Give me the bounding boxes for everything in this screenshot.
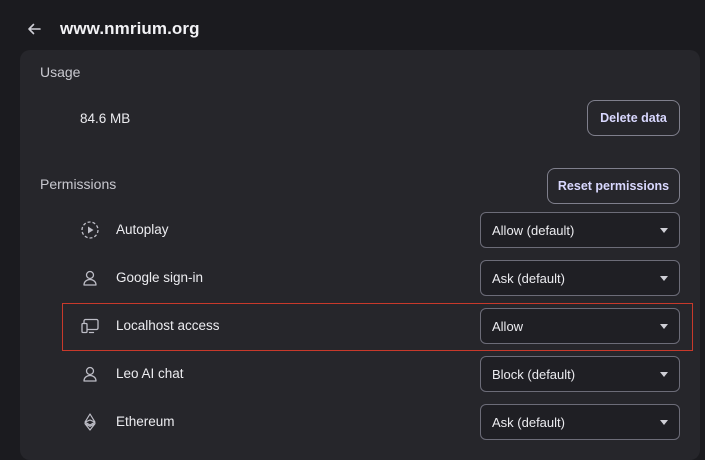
delete-data-button[interactable]: Delete data <box>587 100 680 136</box>
chevron-down-icon <box>660 228 668 233</box>
leo-ai-chat-select[interactable]: Block (default) <box>480 356 680 392</box>
back-button[interactable] <box>22 17 46 41</box>
reset-permissions-button[interactable]: Reset permissions <box>547 168 680 204</box>
chevron-down-icon <box>660 276 668 281</box>
permission-label-google-sign-in: Google sign-in <box>116 270 204 285</box>
permission-label-leo-ai-chat: Leo AI chat <box>116 366 184 381</box>
chevron-down-icon <box>660 324 668 329</box>
chevron-down-icon <box>660 420 668 425</box>
ethereum-icon <box>80 412 100 432</box>
usage-section-title: Usage <box>40 64 81 80</box>
leo-ai-chat-select-value: Block (default) <box>492 366 576 382</box>
permission-row-leo-ai-chat: Leo AI chat Block (default) <box>60 350 680 398</box>
google-sign-in-select-value: Ask (default) <box>492 270 565 286</box>
permission-row-google-sign-in: Google sign-in Ask (default) <box>60 254 680 302</box>
back-arrow-icon <box>28 23 41 35</box>
ethereum-select-value: Ask (default) <box>492 414 565 430</box>
site-settings-card: Usage 84.6 MB Delete data Permissions Re… <box>20 50 700 460</box>
permission-label-ethereum: Ethereum <box>116 414 175 429</box>
permissions-section-title: Permissions <box>40 176 117 192</box>
usage-value: 84.6 MB <box>80 111 131 126</box>
permission-row-ethereum: Ethereum Ask (default) <box>60 398 680 446</box>
person-icon <box>80 364 100 384</box>
google-sign-in-select[interactable]: Ask (default) <box>480 260 680 296</box>
permission-label-localhost-access: Localhost access <box>116 318 220 333</box>
person-icon <box>80 268 100 288</box>
localhost-access-select-value: Allow <box>492 318 524 334</box>
page-title: www.nmrium.org <box>60 19 200 38</box>
autoplay-icon <box>80 220 100 240</box>
autoplay-select[interactable]: Allow (default) <box>480 212 680 248</box>
localhost-icon <box>80 316 100 336</box>
permission-row-localhost-access: Localhost access Allow <box>60 302 680 350</box>
permission-row-autoplay: Autoplay Allow (default) <box>60 206 680 254</box>
chevron-down-icon <box>660 372 668 377</box>
ethereum-select[interactable]: Ask (default) <box>480 404 680 440</box>
permission-label-autoplay: Autoplay <box>116 222 169 237</box>
localhost-access-select[interactable]: Allow <box>480 308 680 344</box>
autoplay-select-value: Allow (default) <box>492 222 575 238</box>
